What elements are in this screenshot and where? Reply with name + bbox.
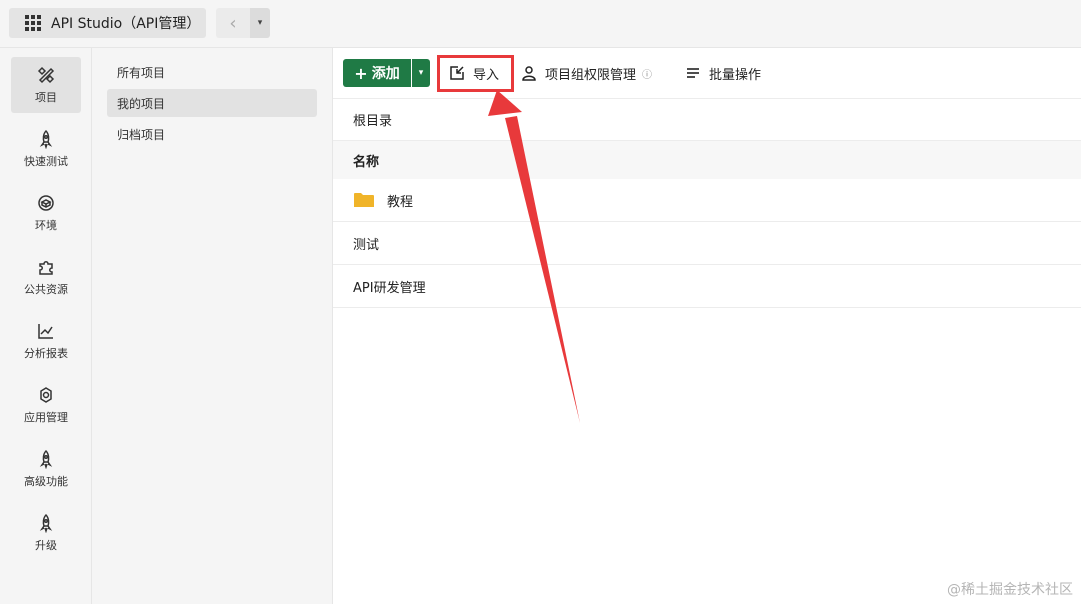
batch-operations-label: 批量操作	[709, 67, 762, 83]
add-dropdown-button[interactable]: ▾	[412, 59, 430, 87]
main-sidebar: 项目 快速测试 环境 公共资源 分析报表 应用管理 高级功能 升级	[0, 48, 92, 604]
app-switcher-button[interactable]: API Studio（API管理）	[9, 8, 206, 38]
table-row[interactable]: 测试	[333, 222, 1081, 265]
watermark: @稀土掘金技术社区	[947, 582, 1073, 598]
batch-operations-button[interactable]: 批量操作	[685, 59, 761, 87]
project-subnav: 所有项目 我的项目 归档项目	[92, 48, 333, 604]
chart-icon	[38, 324, 53, 339]
sidebar-item-app-management[interactable]: 应用管理	[11, 377, 81, 433]
group-permissions-button[interactable]: 项目组权限管理 ⓘ	[521, 59, 652, 87]
table-row[interactable]: API研发管理	[333, 265, 1081, 308]
import-button-label: 导入	[473, 67, 500, 83]
top-bar: API Studio（API管理） ‹ ▾	[0, 0, 1081, 48]
sidebar-item-label: 快速测试	[24, 155, 68, 168]
sidebar-item-label: 环境	[35, 219, 57, 232]
row-name: 教程	[387, 194, 414, 210]
group-permissions-label: 项目组权限管理	[545, 67, 637, 83]
history-dropdown-button[interactable]: ▾	[250, 8, 270, 38]
plus-icon: +	[354, 63, 368, 83]
subnav-item-all-projects[interactable]: 所有项目	[107, 58, 317, 86]
sidebar-item-quick-test[interactable]: 快速测试	[11, 121, 81, 177]
sidebar-item-label: 分析报表	[24, 347, 68, 360]
subnav-item-my-projects[interactable]: 我的项目	[107, 89, 317, 117]
caret-down-icon: ▾	[418, 68, 424, 78]
caret-down-icon: ▾	[257, 18, 263, 28]
subnav-item-label: 归档项目	[117, 127, 166, 142]
sidebar-item-public-resources[interactable]: 公共资源	[11, 249, 81, 305]
list-icon	[687, 68, 699, 78]
rocket-icon	[39, 513, 53, 533]
row-name: API研发管理	[353, 280, 426, 296]
subnav-item-label: 我的项目	[117, 96, 166, 111]
subnav-item-archived-projects[interactable]: 归档项目	[107, 120, 317, 148]
subnav-item-label: 所有项目	[117, 65, 166, 80]
app-title: API Studio（API管理）	[51, 16, 201, 32]
chevron-left-icon: ‹	[229, 12, 237, 34]
table-header: 名称	[333, 141, 1081, 179]
add-button-label: 添加	[371, 66, 400, 82]
sidebar-item-upgrade[interactable]: 升级	[11, 505, 81, 561]
sidebar-item-label: 高级功能	[24, 475, 68, 488]
import-icon	[450, 66, 464, 80]
main-content: + 添加 ▾ 导入 项目组权限管理 ⓘ 批量操作 根目录 名称 教程 测试 AP…	[333, 48, 1081, 604]
breadcrumb-root[interactable]: 根目录	[353, 110, 392, 129]
rocket-icon	[39, 129, 53, 149]
sidebar-item-label: 应用管理	[24, 411, 68, 424]
sidebar-item-environment[interactable]: 环境	[11, 185, 81, 241]
sidebar-item-project[interactable]: 项目	[11, 57, 81, 113]
user-icon	[522, 66, 536, 81]
sidebar-item-analytics[interactable]: 分析报表	[11, 313, 81, 369]
add-button[interactable]: + 添加	[343, 59, 411, 87]
back-button[interactable]: ‹	[216, 8, 250, 38]
row-name: 测试	[353, 237, 380, 253]
app-grid-icon	[25, 15, 41, 31]
sidebar-item-label: 项目	[35, 91, 57, 104]
table-row[interactable]: 教程	[333, 179, 1081, 222]
breadcrumb: 根目录	[333, 98, 1081, 141]
gear-icon	[40, 387, 52, 403]
sidebar-item-label: 升级	[35, 539, 57, 552]
cube-icon	[38, 195, 54, 211]
info-icon[interactable]: ⓘ	[642, 66, 652, 81]
toolbar: + 添加 ▾ 导入 项目组权限管理 ⓘ 批量操作	[333, 48, 1081, 98]
column-header-name[interactable]: 名称	[353, 151, 379, 170]
project-icon	[37, 66, 55, 84]
sidebar-item-label: 公共资源	[24, 283, 68, 296]
folder-icon	[354, 193, 374, 207]
puzzle-icon	[39, 261, 53, 275]
rocket-icon	[39, 449, 53, 469]
import-button[interactable]: 导入	[449, 59, 499, 87]
sidebar-item-advanced[interactable]: 高级功能	[11, 441, 81, 497]
